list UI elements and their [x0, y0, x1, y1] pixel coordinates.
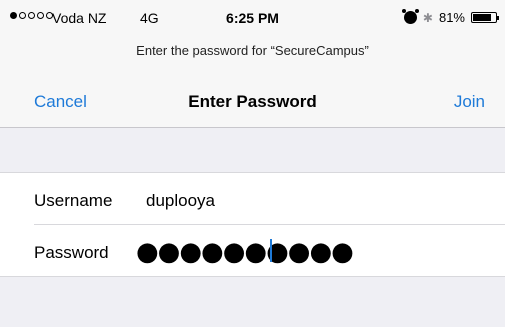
network-prompt: Enter the password for “SecureCampus”: [0, 36, 505, 66]
username-field[interactable]: duplooya: [146, 191, 215, 211]
status-bar: Voda NZ 4G 6:25 PM ✱ 81%: [0, 0, 505, 36]
password-row[interactable]: Password ●●●●●●●●●●: [0, 225, 505, 277]
password-field[interactable]: ●●●●●●●●●●: [136, 237, 354, 267]
battery-percent: 81%: [438, 10, 465, 25]
battery-fill: [473, 14, 491, 21]
bluetooth-icon: ✱: [422, 10, 433, 25]
username-row[interactable]: Username duplooya: [0, 173, 505, 225]
password-label: Password: [34, 243, 109, 262]
alarm-icon: [401, 9, 419, 24]
page-title: Enter Password: [188, 92, 317, 111]
battery-icon: [471, 12, 499, 23]
join-button[interactable]: Join: [454, 92, 485, 112]
username-label: Username: [34, 191, 113, 210]
text-cursor: [270, 239, 272, 262]
credentials-form: Username duplooya Password ●●●●●●●●●●: [0, 172, 505, 277]
status-right-group: ✱ 81%: [401, 9, 499, 25]
navigation-bar: Cancel Enter Password Join: [0, 66, 505, 128]
